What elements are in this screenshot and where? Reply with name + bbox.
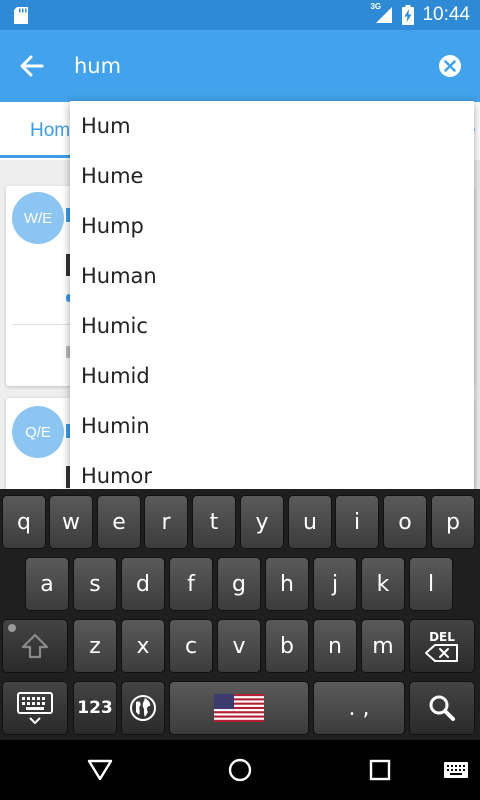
- key-a[interactable]: a: [25, 557, 69, 611]
- keyboard-settings-key[interactable]: [2, 681, 68, 735]
- delete-label: DEL: [429, 629, 455, 644]
- language-key[interactable]: [121, 681, 165, 735]
- shift-key[interactable]: [2, 619, 68, 673]
- arrow-back-icon[interactable]: [14, 48, 50, 84]
- key-m[interactable]: m: [361, 619, 405, 673]
- soft-keyboard: q w e r t y u i o p a s d f g h j k l z …: [0, 489, 480, 740]
- tab-home[interactable]: Hom: [30, 120, 70, 142]
- status-icons: 3G 10:44: [370, 0, 470, 30]
- key-c[interactable]: c: [169, 619, 213, 673]
- key-t[interactable]: t: [192, 495, 236, 549]
- key-e[interactable]: e: [97, 495, 141, 549]
- key-l[interactable]: l: [409, 557, 453, 611]
- suggestion-item[interactable]: Hum: [70, 101, 474, 151]
- suggestion-item[interactable]: Hump: [70, 201, 474, 251]
- key-h[interactable]: h: [265, 557, 309, 611]
- key-w[interactable]: w: [49, 495, 93, 549]
- suggestion-item[interactable]: Humor: [70, 451, 474, 489]
- search-icon: [429, 695, 455, 721]
- keyboard-icon: [17, 692, 53, 725]
- signal-icon: 3G: [370, 2, 394, 25]
- key-r[interactable]: r: [144, 495, 188, 549]
- key-x[interactable]: x: [121, 619, 165, 673]
- key-u[interactable]: u: [288, 495, 332, 549]
- numbers-key[interactable]: 123: [73, 681, 117, 735]
- key-i[interactable]: i: [335, 495, 379, 549]
- key-d[interactable]: d: [121, 557, 165, 611]
- avatar: Q/E: [12, 406, 64, 458]
- key-j[interactable]: j: [313, 557, 357, 611]
- space-key[interactable]: [169, 681, 309, 735]
- home-circle-icon[interactable]: [224, 754, 256, 786]
- status-bar: 3G 10:44: [0, 0, 480, 30]
- status-time: 10:44: [422, 4, 470, 25]
- avatar: W/E: [12, 192, 64, 244]
- search-app-bar: [0, 30, 480, 102]
- sd-card-icon: [14, 7, 28, 24]
- keyboard-switch-icon[interactable]: [440, 754, 472, 786]
- suggestion-item[interactable]: Humid: [70, 351, 474, 401]
- backspace-icon: [425, 643, 458, 662]
- key-f[interactable]: f: [169, 557, 213, 611]
- battery-charging-icon: [402, 5, 415, 25]
- us-flag-icon: [214, 694, 264, 722]
- key-y[interactable]: y: [240, 495, 284, 549]
- suggestion-item[interactable]: Humin: [70, 401, 474, 451]
- punctuation-key[interactable]: . ,: [313, 681, 405, 735]
- clear-circle-icon[interactable]: [438, 54, 462, 78]
- suggestion-item[interactable]: Humic: [70, 301, 474, 351]
- card-divider: [12, 324, 76, 325]
- search-key[interactable]: [409, 681, 475, 735]
- suggestion-item[interactable]: Human: [70, 251, 474, 301]
- key-n[interactable]: n: [313, 619, 357, 673]
- search-input[interactable]: [74, 48, 414, 84]
- shift-icon: [21, 633, 49, 659]
- key-k[interactable]: k: [361, 557, 405, 611]
- navigation-bar: [0, 740, 480, 800]
- key-v[interactable]: v: [217, 619, 261, 673]
- key-g[interactable]: g: [217, 557, 261, 611]
- suggestion-item[interactable]: Hume: [70, 151, 474, 201]
- key-s[interactable]: s: [73, 557, 117, 611]
- key-o[interactable]: o: [383, 495, 427, 549]
- network-type: 3G: [370, 2, 382, 11]
- key-p[interactable]: p: [431, 495, 475, 549]
- key-q[interactable]: q: [2, 495, 46, 549]
- caps-indicator: [8, 624, 16, 632]
- globe-icon: [130, 695, 156, 721]
- delete-key[interactable]: DEL: [409, 619, 475, 673]
- recents-square-icon[interactable]: [364, 754, 396, 786]
- suggestions-dropdown: Hum Hume Hump Human Humic Humid Humin Hu…: [70, 101, 474, 489]
- back-triangle-icon[interactable]: [84, 754, 116, 786]
- key-z[interactable]: z: [73, 619, 117, 673]
- key-b[interactable]: b: [265, 619, 309, 673]
